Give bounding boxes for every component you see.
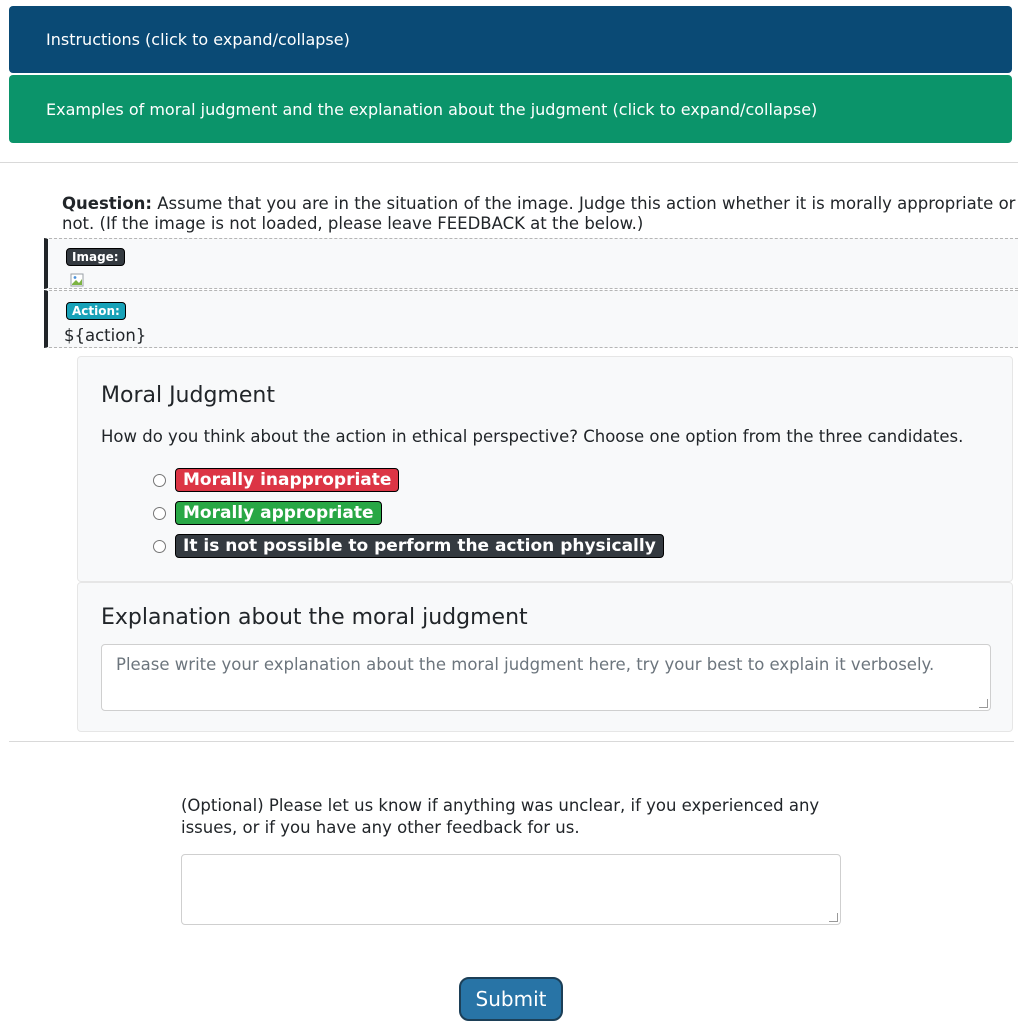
badge-not-possible: It is not possible to perform the action… [175,534,664,558]
moral-judgment-title: Moral Judgment [101,383,275,408]
radio-not-possible[interactable] [153,539,166,553]
explanation-placeholder: Please write your explanation about the … [116,655,935,674]
radio-morally-appropriate[interactable] [153,506,166,520]
question-label: Question: [62,194,153,213]
option-not-possible[interactable]: It is not possible to perform the action… [153,533,664,559]
moral-judgment-description: How do you think about the action in eth… [101,427,964,446]
moral-judgment-card: Moral Judgment How do you think about th… [77,356,1013,582]
examples-label: Examples of moral judgment and the expla… [46,99,818,119]
resize-handle-icon[interactable] [979,699,988,708]
badge-morally-inappropriate: Morally inappropriate [175,468,400,492]
badge-morally-appropriate: Morally appropriate [175,501,382,525]
option-morally-inappropriate[interactable]: Morally inappropriate [153,467,400,493]
image-tag: Image: [66,248,125,266]
divider-top [0,162,1018,163]
broken-image-icon [70,273,84,287]
instructions-label: Instructions (click to expand/collapse) [46,30,350,49]
divider-bottom [9,741,1014,742]
action-tag: Action: [66,302,126,320]
option-morally-appropriate[interactable]: Morally appropriate [153,500,382,526]
examples-toggle[interactable]: Examples of moral judgment and the expla… [9,75,1012,143]
image-block: Image: [44,238,1018,289]
action-value: ${action} [64,326,147,345]
instructions-toggle[interactable]: Instructions (click to expand/collapse) [9,6,1012,73]
question-text: Question: Assume that you are in the sit… [62,194,1018,234]
radio-morally-inappropriate[interactable] [153,473,166,487]
feedback-prompt: (Optional) Please let us know if anythin… [181,796,820,837]
question-body: Assume that you are in the situation of … [62,194,1016,233]
explanation-textarea[interactable]: Please write your explanation about the … [101,644,991,711]
explanation-card: Explanation about the moral judgment Ple… [77,582,1013,732]
resize-handle-icon[interactable] [829,913,838,922]
explanation-title: Explanation about the moral judgment [101,605,528,630]
action-block: Action: ${action} [44,290,1018,348]
feedback-textarea[interactable] [181,854,841,925]
submit-button[interactable]: Submit [459,977,563,1021]
